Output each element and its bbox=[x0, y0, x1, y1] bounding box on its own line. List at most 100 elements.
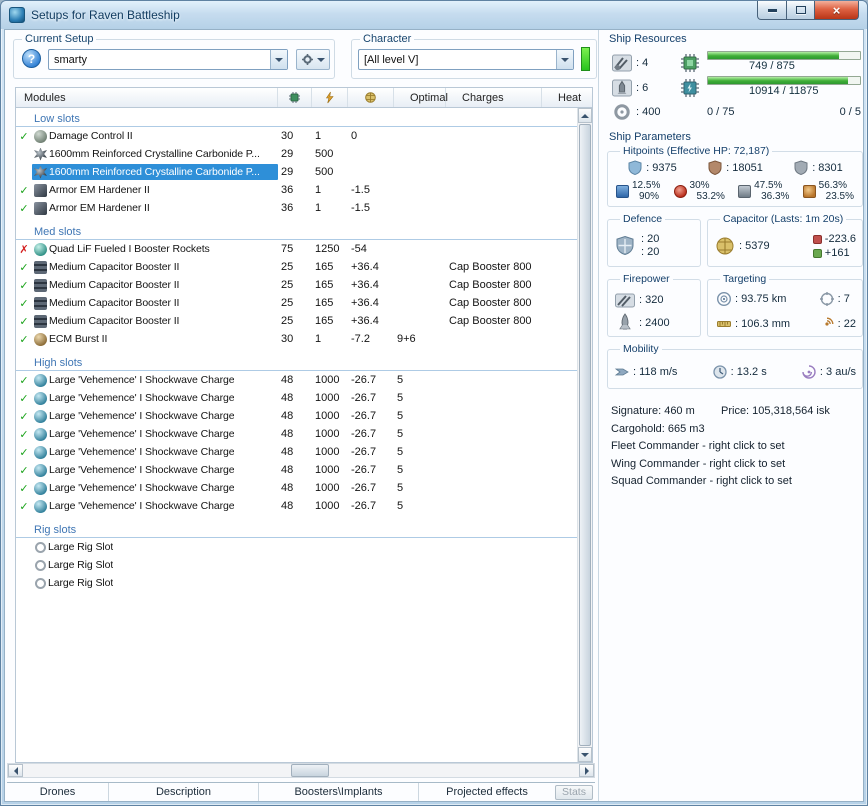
module-name-zone[interactable]: Medium Capacitor Booster II bbox=[32, 295, 278, 311]
signature-value: Signature: 460 m bbox=[611, 405, 695, 417]
close-button[interactable]: × bbox=[815, 1, 859, 20]
modules-column-header[interactable]: Modules bbox=[16, 88, 278, 107]
module-name: Large Rig Slot bbox=[48, 541, 114, 553]
horizontal-scrollbar-track[interactable] bbox=[23, 764, 579, 777]
arrow-left-icon bbox=[13, 766, 18, 775]
scroll-up-button[interactable] bbox=[578, 108, 592, 123]
heat-column-header[interactable]: Heat bbox=[542, 88, 592, 107]
module-row[interactable]: ✓ Armor EM Hardener II 36 1 -1.5 bbox=[16, 181, 577, 199]
maximize-button[interactable] bbox=[787, 1, 815, 20]
module-name-zone[interactable]: 1600mm Reinforced Crystalline Carbonide … bbox=[32, 146, 278, 162]
fitted-check-icon: ✓ bbox=[19, 297, 29, 310]
module-cap-use: -1.5 bbox=[351, 184, 370, 196]
module-name: Large 'Vehemence' I Shockwave Charge bbox=[49, 500, 235, 512]
module-name-zone[interactable]: Medium Capacitor Booster II bbox=[32, 277, 278, 293]
module-row[interactable]: ✓ Large 'Vehemence' I Shockwave Charge 48 1… bbox=[16, 407, 577, 425]
setup-combobox[interactable]: smarty bbox=[48, 49, 288, 70]
launcher-hardpoints-value: : 6 bbox=[636, 82, 649, 94]
module-name-zone[interactable]: Medium Capacitor Booster II bbox=[32, 259, 278, 275]
tab-boosters-implants[interactable]: Boosters\Implants bbox=[259, 783, 419, 801]
cpu-column-header[interactable] bbox=[278, 88, 312, 107]
module-cpu: 48 bbox=[281, 500, 294, 512]
module-name-zone[interactable]: Large 'Vehemence' I Shockwave Charge bbox=[32, 498, 278, 514]
titlebar[interactable]: Setups for Raven Battleship × bbox=[1, 1, 867, 29]
module-row[interactable]: ✓ Medium Capacitor Booster II 25 165 +36.4 Ca… bbox=[16, 294, 577, 312]
fleet-commander-row[interactable]: Fleet Commander - right click to set bbox=[611, 438, 865, 456]
module-name-zone[interactable]: Armor EM Hardener II bbox=[32, 200, 278, 216]
module-row[interactable]: ✓ Large 'Vehemence' I Shockwave Charge 48 1… bbox=[16, 425, 577, 443]
horizontal-scrollbar-thumb[interactable] bbox=[291, 764, 329, 777]
module-optimal: 5 bbox=[397, 428, 404, 440]
module-name-zone[interactable]: Large 'Vehemence' I Shockwave Charge bbox=[32, 408, 278, 424]
module-row[interactable]: ✗ Quad LiF Fueled I Booster Rockets 75 1250… bbox=[16, 240, 577, 258]
vertical-scrollbar-thumb[interactable] bbox=[579, 124, 591, 746]
module-name-zone[interactable]: ECM Burst II bbox=[32, 331, 278, 347]
module-name-zone[interactable]: Large Rig Slot bbox=[32, 575, 278, 591]
character-combobox-dropdown-button[interactable] bbox=[556, 50, 573, 69]
module-row[interactable]: ✓ Large 'Vehemence' I Shockwave Charge 48 1… bbox=[16, 497, 577, 515]
tab-drones[interactable]: Drones bbox=[7, 783, 109, 801]
module-row[interactable]: ✓ Large 'Vehemence' I Shockwave Charge 48 1… bbox=[16, 389, 577, 407]
minimize-button[interactable] bbox=[757, 1, 787, 20]
fitted-check-icon: ✓ bbox=[19, 500, 29, 513]
scroll-left-button[interactable] bbox=[8, 764, 23, 777]
window-title: Setups for Raven Battleship bbox=[31, 8, 180, 22]
module-name-zone[interactable]: Quad LiF Fueled I Booster Rockets bbox=[32, 241, 278, 257]
cap-boost-icon bbox=[812, 248, 822, 258]
module-name-zone[interactable]: Damage Control II bbox=[32, 128, 278, 144]
module-name-zone[interactable]: 1600mm Reinforced Crystalline Carbonide … bbox=[32, 164, 278, 180]
tab-description[interactable]: Description bbox=[109, 783, 259, 801]
squad-commander-row[interactable]: Squad Commander - right click to set bbox=[611, 473, 865, 491]
module-name-zone[interactable]: Large 'Vehemence' I Shockwave Charge bbox=[32, 444, 278, 460]
module-name-zone[interactable]: Large 'Vehemence' I Shockwave Charge bbox=[32, 480, 278, 496]
ship-summary: Signature: 460 m Price: 105,318,564 isk … bbox=[611, 403, 865, 491]
module-name: Medium Capacitor Booster II bbox=[49, 315, 180, 327]
module-cpu: 48 bbox=[281, 464, 294, 476]
section-header: Low slots bbox=[16, 110, 577, 127]
stats-button[interactable]: Stats bbox=[555, 784, 593, 800]
wing-commander-row[interactable]: Wing Commander - right click to set bbox=[611, 456, 865, 474]
module-powergrid: 1000 bbox=[315, 374, 340, 386]
module-name-zone[interactable]: Armor EM Hardener II bbox=[32, 182, 278, 198]
module-row[interactable]: ✓ Large 'Vehemence' I Shockwave Charge 48 1… bbox=[16, 461, 577, 479]
module-name-zone[interactable]: Large Rig Slot bbox=[32, 557, 278, 573]
scroll-down-button[interactable] bbox=[578, 747, 592, 762]
module-row[interactable]: ✓ Medium Capacitor Booster II 25 165 +36.4 Ca… bbox=[16, 258, 577, 276]
module-row[interactable]: ✓ Medium Capacitor Booster II 25 165 +36.4 Ca… bbox=[16, 312, 577, 330]
horizontal-scrollbar[interactable] bbox=[7, 763, 595, 778]
module-row[interactable]: Large Rig Slot bbox=[16, 538, 577, 556]
module-row[interactable]: 1600mm Reinforced Crystalline Carbonide … bbox=[16, 163, 577, 181]
module-row[interactable]: 1600mm Reinforced Crystalline Carbonide … bbox=[16, 145, 577, 163]
module-row[interactable]: ✓ Damage Control II 30 1 0 bbox=[16, 127, 577, 145]
character-combobox[interactable]: [All level V] bbox=[358, 49, 574, 70]
module-name-zone[interactable]: Large 'Vehemence' I Shockwave Charge bbox=[32, 372, 278, 388]
tab-projected-effects[interactable]: Projected effects bbox=[419, 783, 555, 801]
modules-table: Modules Optimal Charges Heat Low slots ✓ D… bbox=[15, 87, 593, 763]
calibration-value: : 400 bbox=[636, 106, 661, 118]
vertical-scrollbar[interactable] bbox=[577, 108, 592, 762]
module-cap-use: -26.7 bbox=[351, 482, 377, 494]
powergrid-column-header[interactable] bbox=[312, 88, 348, 107]
module-cpu: 25 bbox=[281, 297, 294, 309]
charges-column-header[interactable]: Charges bbox=[446, 88, 542, 107]
module-name-zone[interactable]: Large 'Vehemence' I Shockwave Charge bbox=[32, 426, 278, 442]
module-row[interactable]: ✓ Large 'Vehemence' I Shockwave Charge 48 1… bbox=[16, 371, 577, 389]
module-name-zone[interactable]: Large 'Vehemence' I Shockwave Charge bbox=[32, 390, 278, 406]
tools-button[interactable] bbox=[296, 49, 330, 70]
module-row[interactable]: Large Rig Slot bbox=[16, 556, 577, 574]
setup-combobox-dropdown-button[interactable] bbox=[270, 50, 287, 69]
module-name-zone[interactable]: Large 'Vehemence' I Shockwave Charge bbox=[32, 462, 278, 478]
module-row[interactable]: Large Rig Slot bbox=[16, 574, 577, 592]
module-row[interactable]: ✓ Armor EM Hardener II 36 1 -1.5 bbox=[16, 199, 577, 217]
module-row[interactable]: ✓ Large 'Vehemence' I Shockwave Charge 48 1… bbox=[16, 443, 577, 461]
scroll-right-button[interactable] bbox=[579, 764, 594, 777]
help-icon[interactable]: ? bbox=[22, 49, 41, 68]
optimal-column-header[interactable]: Optimal bbox=[394, 88, 448, 107]
module-name-zone[interactable]: Large Rig Slot bbox=[32, 539, 278, 555]
module-row[interactable]: ✓ ECM Burst II 30 1 -7.2 9+6 bbox=[16, 330, 577, 348]
module-name-zone[interactable]: Medium Capacitor Booster II bbox=[32, 313, 278, 329]
turret-hardpoints-value: : 4 bbox=[636, 57, 649, 69]
capacitor-column-header[interactable] bbox=[348, 88, 394, 107]
module-row[interactable]: ✓ Large 'Vehemence' I Shockwave Charge 48 1… bbox=[16, 479, 577, 497]
module-row[interactable]: ✓ Medium Capacitor Booster II 25 165 +36.4 Ca… bbox=[16, 276, 577, 294]
